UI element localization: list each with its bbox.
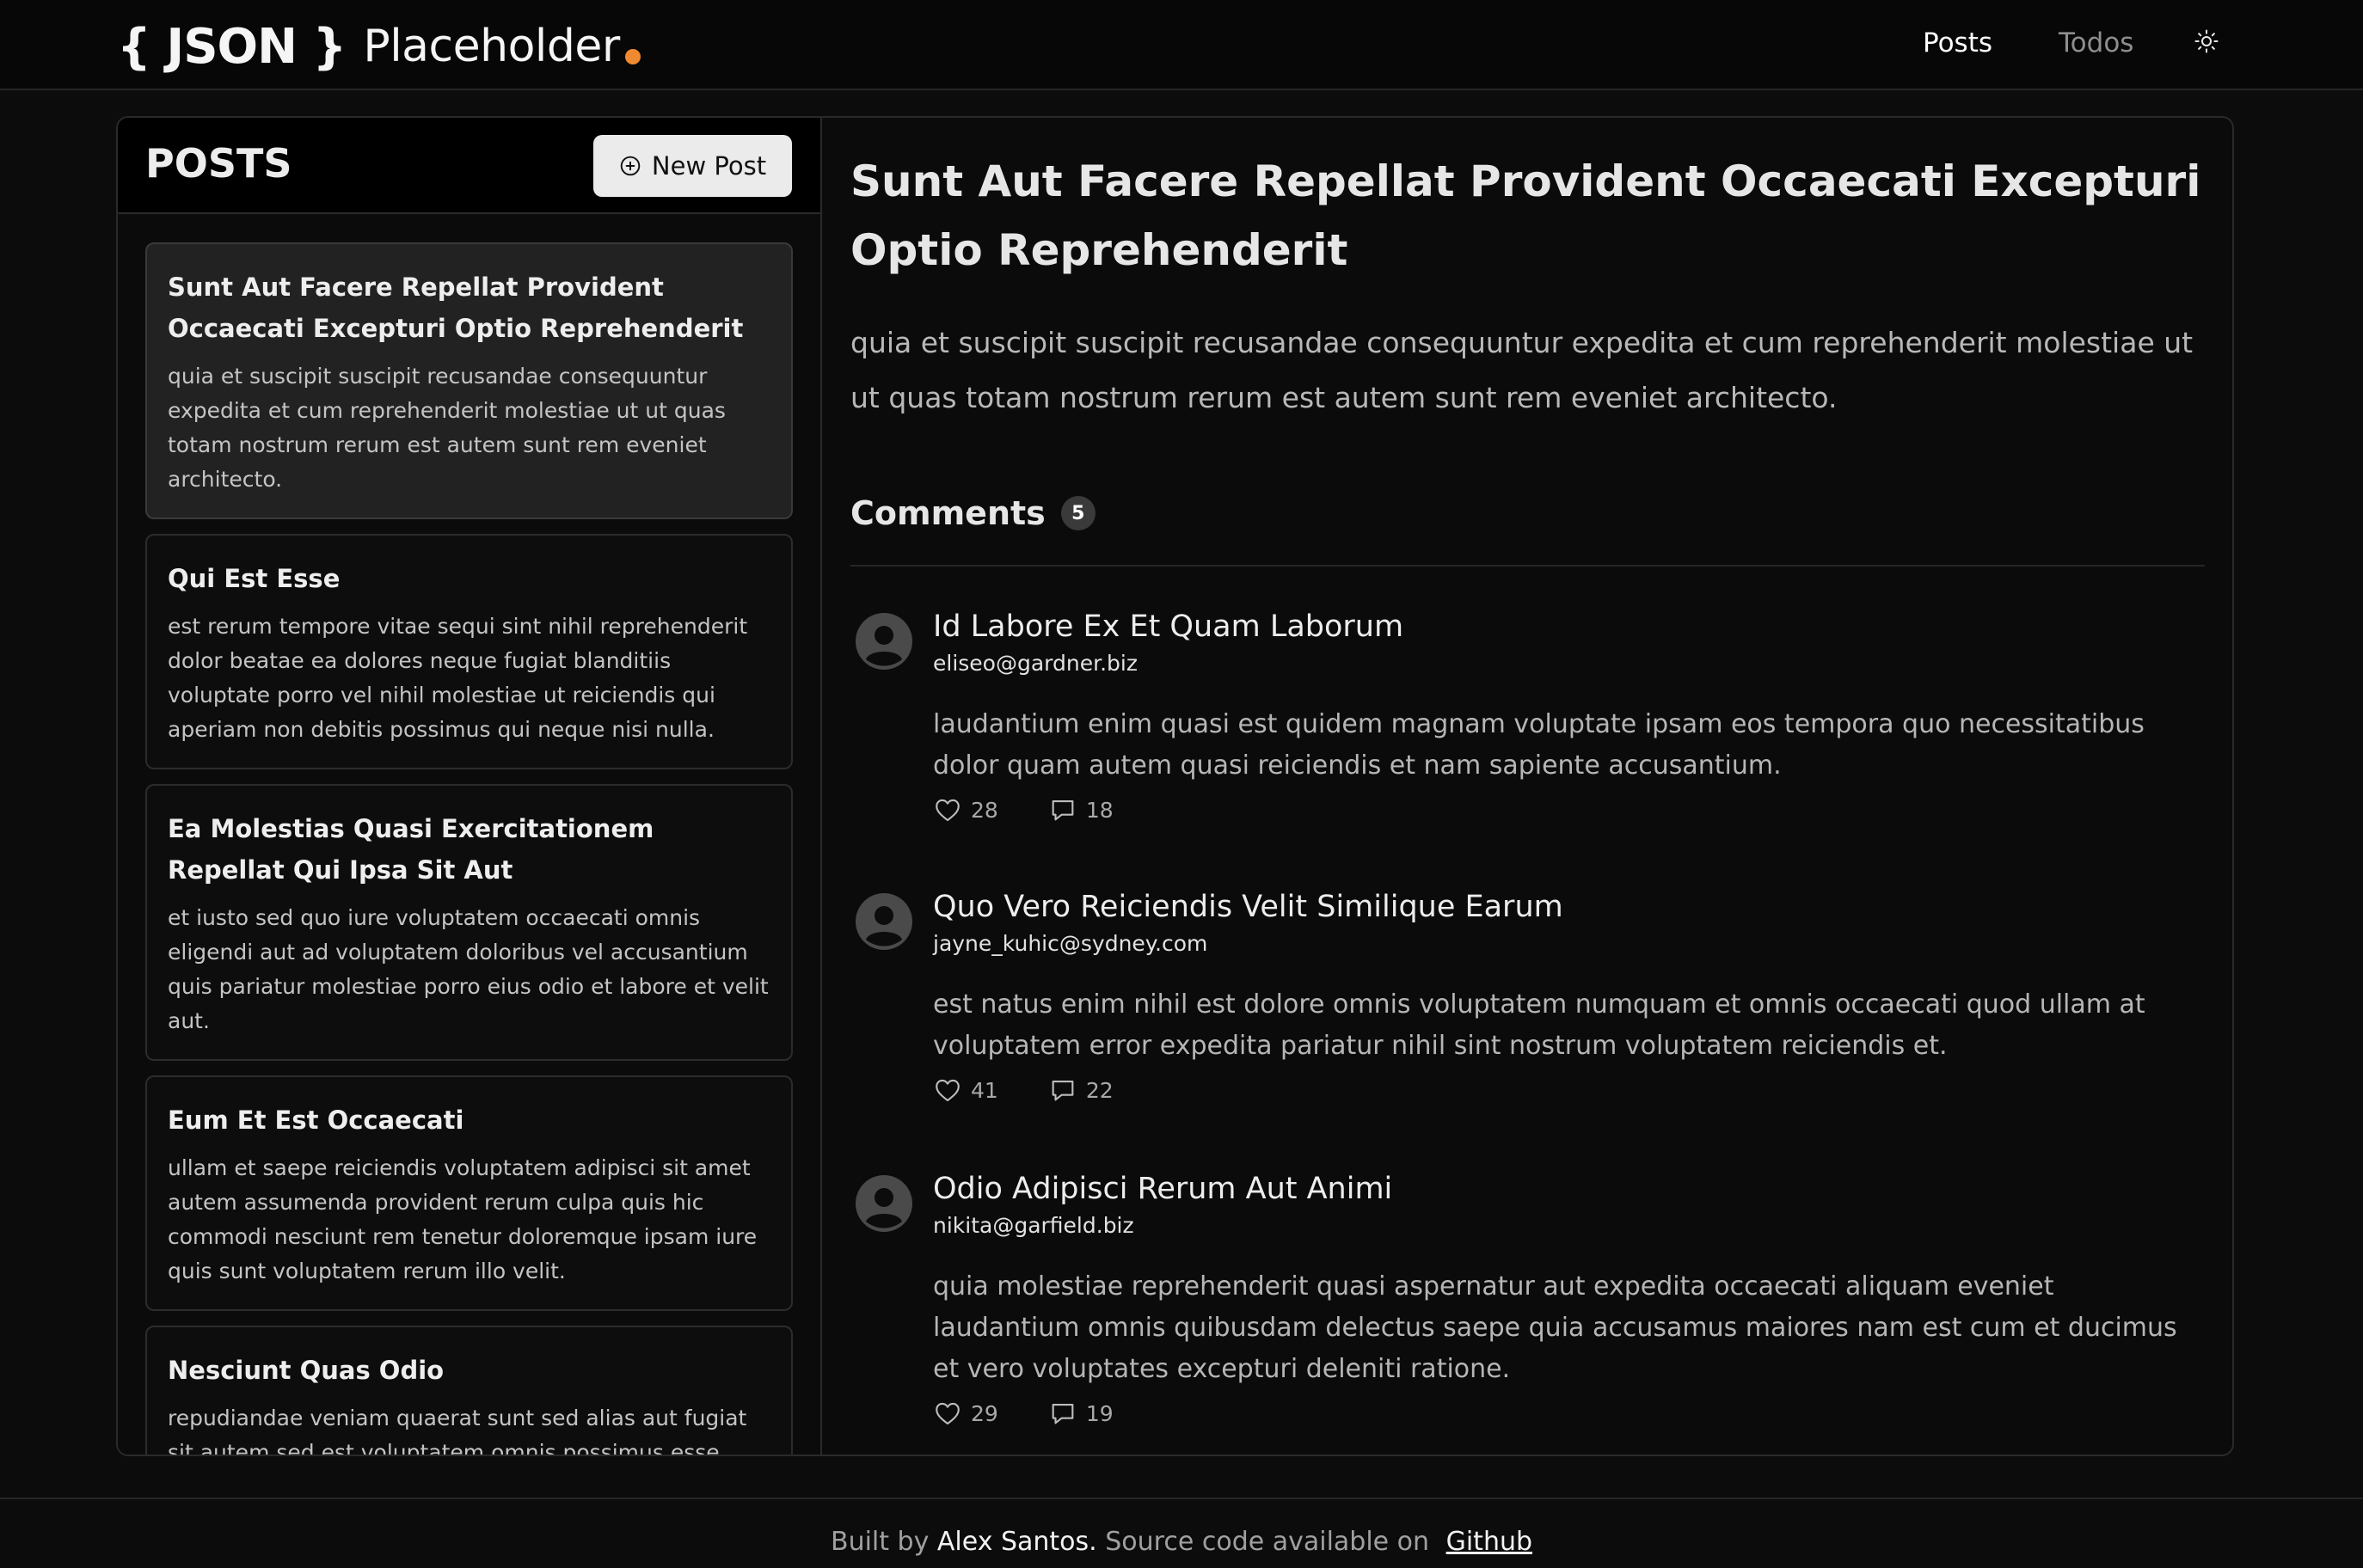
post-card-body: et iusto sed quo iure voluptatem occaeca… [168,905,769,1033]
comment-icon [1052,1404,1074,1424]
comment-name: Odio Adipisci Rerum Aut Animi [933,1172,1393,1206]
github-link[interactable]: Github [1446,1527,1532,1557]
theme-toggle-button[interactable] [2191,26,2222,57]
comment-email: nikita@garfield.biz [933,1213,1134,1238]
comment-icon [1052,800,1074,821]
post-list: Sunt Aut Facere Repellat Provident Occae… [145,242,793,1455]
footer: Built by Alex Santos. Source code availa… [0,1527,2363,1557]
footer-author: Alex Santos. [936,1527,1097,1557]
post-card[interactable]: Eum Et Est Occaecati ullam et saepe reic… [145,1075,793,1311]
heart-icon [936,1079,960,1102]
post-detail-title: Sunt Aut Facere Repellat Provident Occae… [850,156,2201,275]
post-detail: Sunt Aut Facere Repellat Provident Occae… [850,118,2205,1455]
comment-email: eliseo@gardner.biz [933,651,1138,676]
reply-count: 19 [1085,1400,1114,1426]
new-post-button[interactable]: New Post [593,135,792,197]
logo-word: Placeholder [363,21,620,72]
post-card-title: Sunt Aut Facere Repellat Provident Occae… [168,273,744,343]
reply-button[interactable]: 18 [1048,795,1114,824]
comment-actions: 41 22 [933,1075,1163,1105]
avatar-icon [856,613,912,670]
posts-heading: POSTS [145,140,292,187]
comment-name: Id Labore Ex Et Quam Laborum [933,609,1404,644]
posts-sidebar[interactable]: POSTS New Post Sunt Aut Facere Repellat … [118,118,822,1455]
nav-posts[interactable]: Posts [1923,24,1992,62]
comments-header: Comments 5 [850,489,1096,537]
comment-email: jayne_kuhic@sydney.com [933,931,1208,956]
comment-actions: 28 18 [933,795,1163,824]
post-card-active[interactable]: Sunt Aut Facere Repellat Provident Occae… [145,242,793,519]
footer-middle: Source code available on [1105,1527,1430,1557]
logo-braces: { JSON } [117,18,347,75]
post-card[interactable]: Qui Est Esse est rerum tempore vitae seq… [145,534,793,769]
post-card-title: Eum Et Est Occaecati [168,1106,464,1135]
post-card-title: Qui Est Esse [168,564,341,593]
post-card-body: ullam et saepe reiciendis voluptatem adi… [168,1155,758,1283]
post-card[interactable]: Nesciunt Quas Odio repudiandae veniam qu… [145,1326,793,1455]
sun-icon [2194,29,2219,53]
reply-count: 18 [1085,797,1114,823]
avatar-icon [856,1175,912,1232]
heart-icon [936,1402,960,1425]
like-count: 29 [971,1400,998,1426]
like-button[interactable]: 29 [933,1399,998,1428]
like-count: 41 [971,1077,998,1103]
comment-name: Quo Vero Reiciendis Velit Similique Earu… [933,890,1563,924]
main-panel: POSTS New Post Sunt Aut Facere Repellat … [116,116,2234,1456]
comments-divider [850,565,2205,567]
comment-body: laudantium enim quasi est quidem magnam … [933,709,2145,781]
comment-icon [1052,1081,1074,1101]
new-post-label: New Post [651,151,767,181]
comment-actions: 29 19 [933,1399,1163,1428]
post-card[interactable]: Ea Molestias Quasi Exercitationem Repell… [145,784,793,1061]
post-card-title: Ea Molestias Quasi Exercitationem Repell… [168,814,654,885]
sidebar-header: POSTS New Post [118,118,820,214]
like-count: 28 [971,797,998,823]
plus-circle-icon [620,156,641,176]
post-card-title: Nesciunt Quas Odio [168,1356,445,1385]
reply-button[interactable]: 19 [1048,1399,1114,1428]
reply-count: 22 [1085,1077,1114,1103]
top-navbar: { JSON } Placeholder Posts Todos [0,0,2363,90]
post-card-body: est rerum tempore vitae sequi sint nihil… [168,614,748,742]
site-logo[interactable]: { JSON } Placeholder [117,12,641,81]
comments-label: Comments [850,494,1046,532]
post-detail-body: quia et suscipit suscipit recusandae con… [850,326,2194,414]
post-card-body: repudiandae veniam quaerat sunt sed alia… [168,1406,747,1455]
logo-dot [624,49,641,64]
nav-todos[interactable]: Todos [2059,24,2133,62]
reply-button[interactable]: 22 [1048,1075,1114,1105]
like-button[interactable]: 28 [933,795,998,824]
post-card-body: quia et suscipit suscipit recusandae con… [168,364,726,492]
heart-icon [936,799,960,822]
like-button[interactable]: 41 [933,1075,998,1105]
footer-divider [0,1498,2363,1499]
comments-count-badge: 5 [1060,496,1096,530]
comment-body: quia molestiae reprehenderit quasi asper… [933,1271,2177,1384]
footer-prefix: Built by [830,1527,930,1557]
comment-body: est natus enim nihil est dolore omnis vo… [933,989,2145,1061]
avatar-icon [856,893,912,950]
